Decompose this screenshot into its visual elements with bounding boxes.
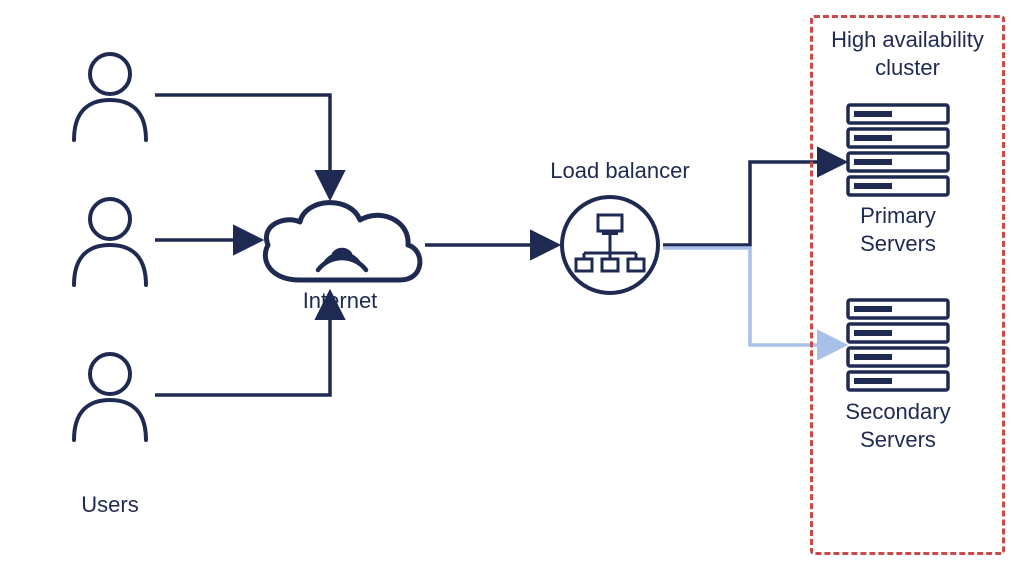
user-icon-1	[74, 54, 146, 140]
user-icon-3	[74, 354, 146, 440]
ha-cluster-box	[810, 15, 1005, 555]
connector-user1-to-internet	[155, 95, 330, 195]
load-balancer-icon	[562, 197, 658, 293]
secondary-line2: Servers	[860, 427, 936, 452]
cluster-title-line2: cluster	[875, 55, 940, 80]
primary-line1: Primary	[860, 203, 936, 228]
load-balancer-label: Load balancer	[535, 158, 705, 184]
cluster-title-line1: High availability	[831, 27, 984, 52]
cluster-title: High availability cluster	[815, 26, 1000, 81]
user-icon-2	[74, 199, 146, 285]
internet-label: Internet	[280, 288, 400, 314]
cloud-icon	[265, 203, 420, 280]
users-label: Users	[65, 492, 155, 518]
primary-line2: Servers	[860, 231, 936, 256]
primary-servers-label: Primary Servers	[848, 202, 948, 257]
secondary-line1: Secondary	[845, 399, 950, 424]
secondary-servers-label: Secondary Servers	[838, 398, 958, 453]
